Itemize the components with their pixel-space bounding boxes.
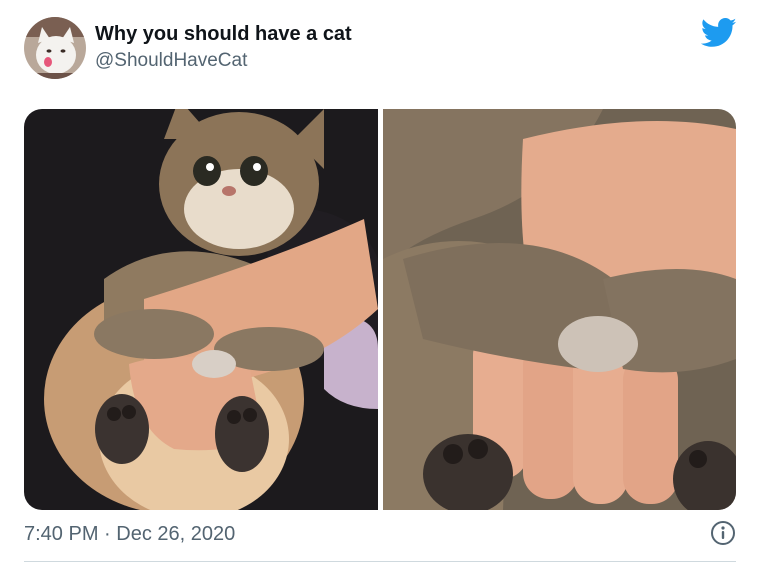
tweet-time: 7:40 PM: [24, 523, 99, 545]
avatar[interactable]: [24, 17, 86, 79]
tweet-timestamp[interactable]: 7:40 PM · Dec 26, 2020: [24, 523, 235, 546]
tweet-photo-1[interactable]: [24, 109, 378, 510]
timestamp-separator: ·: [104, 523, 111, 545]
display-name[interactable]: Why you should have a cat: [95, 23, 352, 46]
bottom-divider: [24, 561, 736, 562]
cat-holding-hand-photo: [24, 109, 378, 510]
avatar-cat-image: [24, 17, 86, 79]
info-icon[interactable]: [710, 520, 736, 546]
cat-paws-closeup-photo: [383, 109, 736, 510]
user-handle[interactable]: @ShouldHaveCat: [95, 50, 247, 72]
tweet-photo-2[interactable]: [383, 109, 736, 510]
tweet-date: Dec 26, 2020: [116, 523, 236, 545]
tweet-card: Why you should have a cat @ShouldHaveCat: [0, 0, 760, 564]
twitter-bird-icon[interactable]: [700, 18, 738, 48]
